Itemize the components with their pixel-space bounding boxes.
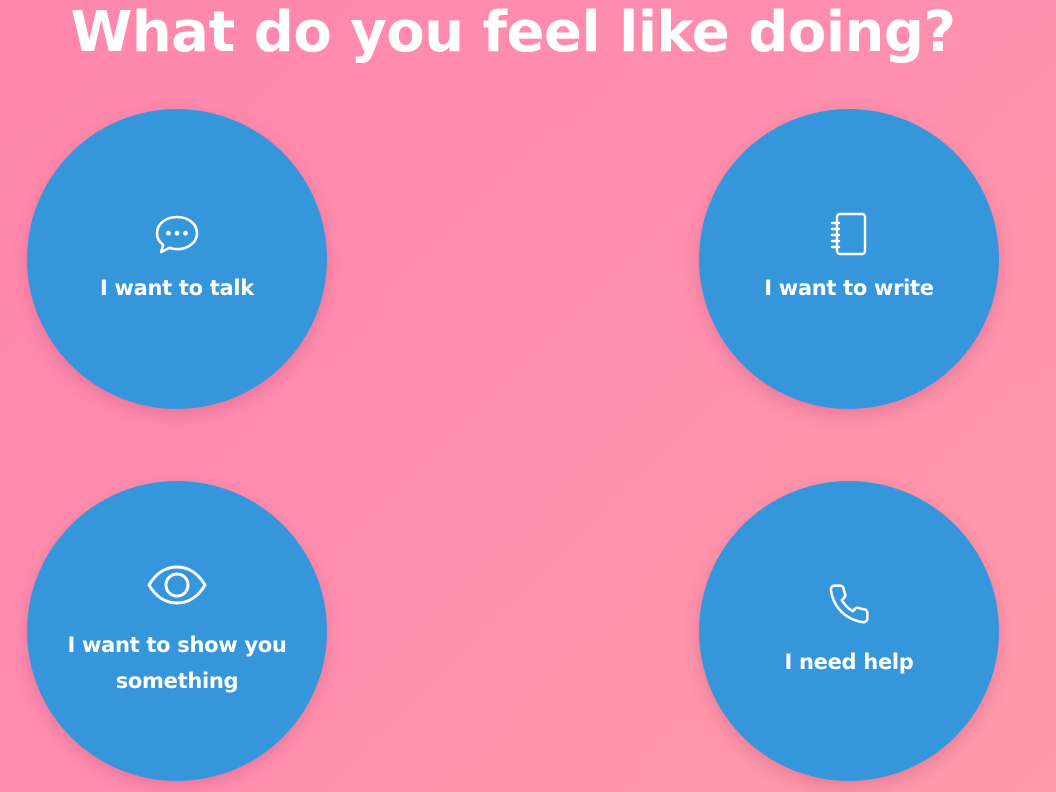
eye-icon [146,563,208,607]
chat-bubble-icon [154,212,200,256]
show-option-label: I want to show you something [67,633,287,693]
talk-option-label: I want to talk [100,276,254,300]
write-option-label: I want to write [764,276,934,300]
notebook-icon [827,212,871,256]
talk-option-button[interactable]: I want to talk [27,109,327,409]
help-option-button[interactable]: I need help [699,481,999,781]
page-title: What do you feel like doing? [70,0,956,65]
write-option-button[interactable]: I want to write [699,109,999,409]
show-option-button[interactable]: I want to show you something [27,481,327,781]
phone-icon [827,582,871,626]
help-option-label: I need help [784,650,914,674]
